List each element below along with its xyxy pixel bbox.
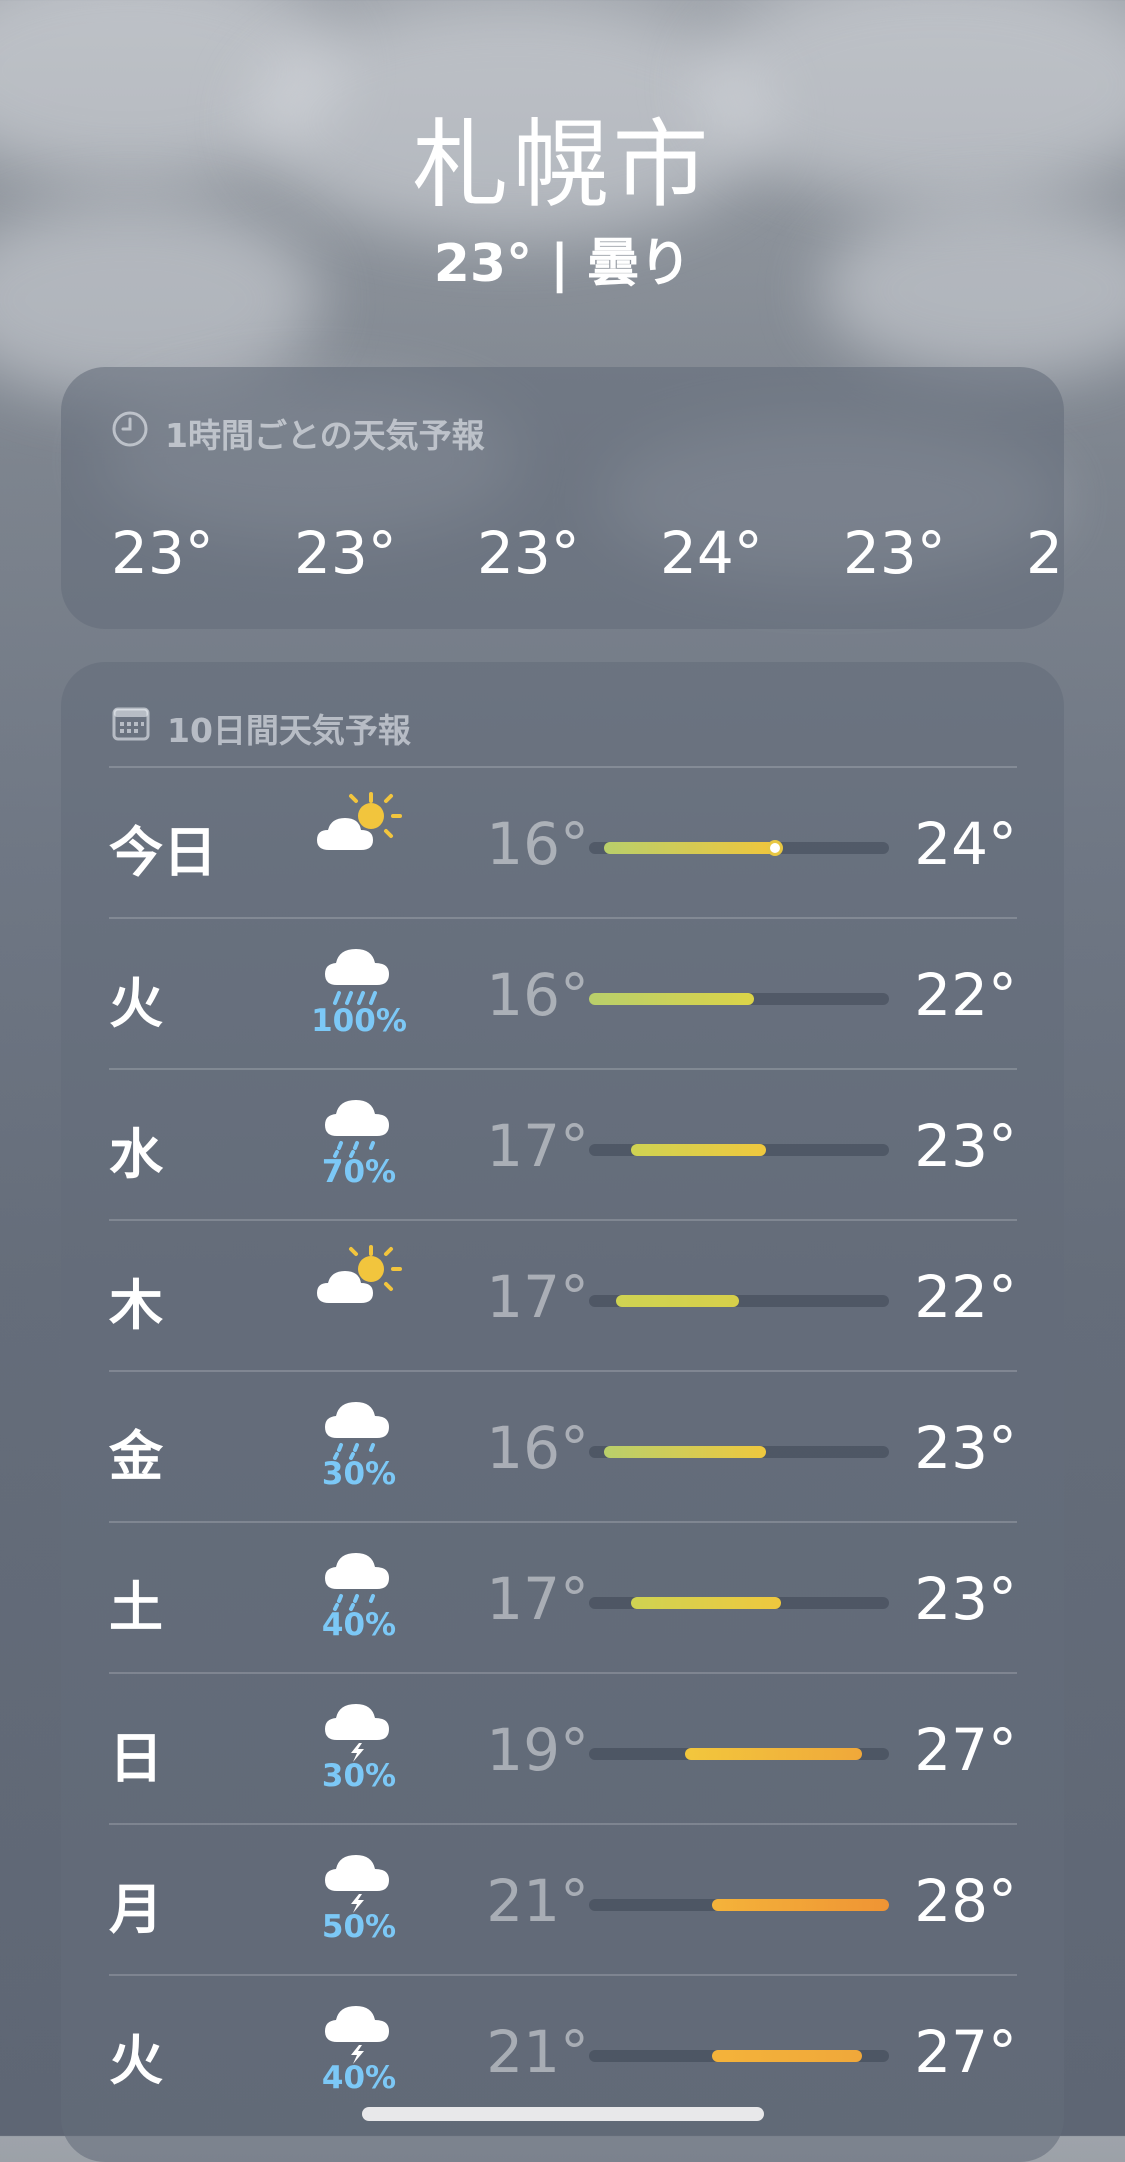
hourly-forecast-card[interactable]: 1時間ごとの天気予報 23° 23° 23° 24° 23° 2 (61, 367, 1064, 629)
day-label: 火 (109, 2029, 163, 2092)
thunder-cloud-icon: 50% (299, 1849, 419, 1945)
hourly-title-label: 1時間ごとの天気予報 (165, 416, 485, 455)
daily-forecast-row[interactable]: 水 70% 17° 23° (109, 1070, 1017, 1220)
hour-temp: 24° (660, 519, 763, 587)
temp-range-bar (589, 840, 889, 856)
day-label: 金 (109, 1425, 163, 1488)
temp-range-bar (589, 2050, 889, 2062)
temp-range-fill (589, 993, 754, 1005)
day-label: 水 (109, 1123, 163, 1186)
daily-forecast-row[interactable]: 月 50% 21° 28° (109, 1825, 1017, 1975)
temp-range-fill (631, 1144, 766, 1156)
partly-sunny-icon (299, 792, 419, 856)
low-temp: 17° (486, 1263, 589, 1331)
hour-temp: 2 (1026, 519, 1063, 587)
day-label: 火 (109, 972, 163, 1035)
temp-range-bar (589, 1597, 889, 1609)
low-temp: 17° (486, 1112, 589, 1180)
high-temp: 22° (914, 961, 1017, 1029)
low-temp: 17° (486, 1565, 589, 1633)
day-label: 日 (109, 1727, 163, 1790)
high-temp: 23° (914, 1565, 1017, 1633)
precip-chance: 40% (321, 2060, 397, 2096)
temp-range-bar (589, 993, 889, 1005)
temp-range-bar (589, 1446, 889, 1458)
low-temp: 16° (486, 810, 589, 878)
current-condition: 23° | 曇り (433, 234, 692, 294)
high-temp: 28° (914, 1867, 1017, 1935)
day-label: 木 (109, 1274, 163, 1337)
high-temp: 24° (914, 810, 1017, 878)
precip-chance: 30% (321, 1758, 397, 1794)
daily-forecast-row[interactable]: 今日 16° 24° (109, 768, 1017, 918)
clock-icon (111, 410, 149, 456)
temp-range-bar (589, 1748, 889, 1760)
precip-chance: 70% (321, 1154, 397, 1190)
temp-range-fill (712, 2050, 862, 2062)
precip-chance: 50% (321, 1909, 397, 1945)
partly-sunny-icon (299, 1245, 419, 1309)
daily-forecast-row[interactable]: 木 17° 22° (109, 1221, 1017, 1371)
day-label: 月 (109, 1878, 163, 1941)
ten-day-title-label: 10日間天気予報 (167, 711, 411, 750)
hour-temp: 23° (111, 519, 214, 587)
temp-range-fill (604, 842, 775, 854)
high-temp: 27° (914, 2018, 1017, 2086)
temp-range-fill (604, 1446, 766, 1458)
hour-temp: 23° (294, 519, 397, 587)
high-temp: 22° (914, 1263, 1017, 1331)
home-indicator[interactable] (362, 2107, 764, 2121)
ten-day-forecast-card[interactable]: 10日間天気予報 今日 16° 24° 火 100% 16° 22° 水 70% 17° 23° 木 1… (61, 662, 1064, 2162)
temp-range-fill (712, 1899, 889, 1911)
daily-forecast-row[interactable]: 日 30% 19° 27° (109, 1674, 1017, 1824)
temp-range-bar (589, 1899, 889, 1911)
calendar-icon (111, 705, 151, 751)
low-temp: 21° (486, 2018, 589, 2086)
ten-day-forecast-title: 10日間天気予報 (111, 704, 411, 752)
high-temp: 23° (914, 1112, 1017, 1180)
current-temp-marker (767, 840, 783, 856)
rain-cloud-icon: 100% (299, 943, 419, 1039)
thunder-cloud-icon: 40% (299, 2000, 419, 2096)
temp-range-bar (589, 1295, 889, 1307)
temp-range-fill (631, 1597, 781, 1609)
daily-forecast-row[interactable]: 金 30% 16° 23° (109, 1372, 1017, 1522)
low-temp: 21° (486, 1867, 589, 1935)
daily-forecast-row[interactable]: 火 40% 21° 27° (109, 1976, 1017, 2126)
day-label: 土 (109, 1576, 163, 1639)
current-weather-header: 札幌市 23° | 曇り (0, 110, 1125, 294)
precip-chance: 40% (321, 1607, 397, 1643)
hour-temp: 23° (843, 519, 946, 587)
high-temp: 27° (914, 1716, 1017, 1784)
hourly-temps[interactable]: 23° 23° 23° 24° 23° 2 (111, 519, 1064, 587)
hourly-forecast-title: 1時間ごとの天気予報 (111, 409, 485, 457)
low-temp: 16° (486, 961, 589, 1029)
drizzle-cloud-icon: 30% (299, 1396, 419, 1492)
precip-chance: 100% (311, 1003, 407, 1039)
temp-range-bar (589, 1144, 889, 1156)
drizzle-cloud-icon: 40% (299, 1547, 419, 1643)
thunder-cloud-icon: 30% (299, 1698, 419, 1794)
daily-forecast-row[interactable]: 火 100% 16° 22° (109, 919, 1017, 1069)
city-name: 札幌市 (412, 109, 713, 221)
low-temp: 19° (486, 1716, 589, 1784)
high-temp: 23° (914, 1414, 1017, 1482)
low-temp: 16° (486, 1414, 589, 1482)
precip-chance: 30% (321, 1456, 397, 1492)
temp-range-fill (685, 1748, 862, 1760)
daily-forecast-row[interactable]: 土 40% 17° 23° (109, 1523, 1017, 1673)
temp-range-fill (616, 1295, 739, 1307)
drizzle-cloud-icon: 70% (299, 1094, 419, 1190)
hour-temp: 23° (477, 519, 580, 587)
day-label: 今日 (109, 821, 217, 884)
